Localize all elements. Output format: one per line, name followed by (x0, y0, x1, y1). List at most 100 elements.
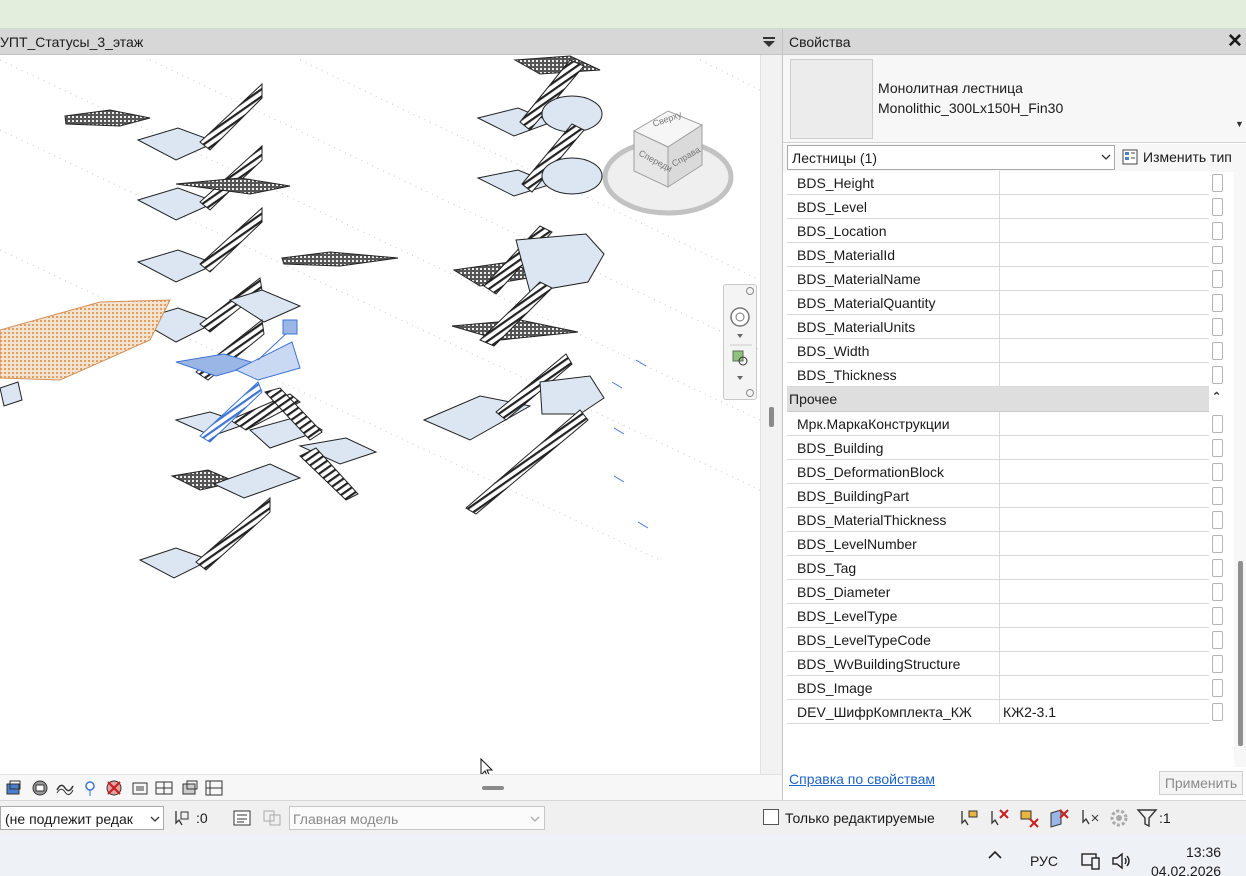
associate-parameter-button[interactable] (1212, 246, 1223, 264)
property-row[interactable]: BDS_LevelNumber (787, 532, 1223, 556)
property-row[interactable]: BDS_Building (787, 436, 1223, 460)
group-header-other[interactable]: Прочее ⌃ (787, 387, 1221, 412)
property-row[interactable]: BDS_MaterialName (787, 267, 1223, 291)
property-row[interactable]: BDS_WvBuildingStructure (787, 652, 1223, 676)
associate-parameter-button[interactable] (1212, 535, 1223, 553)
property-value-field[interactable] (999, 652, 1223, 675)
associate-parameter-button[interactable] (1212, 703, 1223, 721)
select-links-icon[interactable] (958, 807, 980, 829)
design-option-dropdown[interactable]: Главная модель (289, 806, 545, 830)
property-row[interactable]: BDS_Height (787, 171, 1223, 195)
property-row[interactable]: DEV_ШифрКомплекта_КЖ КЖ2-3.1 (787, 700, 1223, 724)
property-row[interactable]: BDS_LevelTypeCode (787, 628, 1223, 652)
select-underlay-icon[interactable] (988, 807, 1010, 829)
property-row[interactable]: BDS_Width (787, 339, 1223, 363)
associate-parameter-button[interactable] (1212, 679, 1223, 697)
filter-icon[interactable] (1136, 807, 1158, 829)
view-menu-icon[interactable] (760, 34, 778, 50)
select-pinned-icon[interactable] (1018, 807, 1040, 829)
property-value-field[interactable] (999, 676, 1223, 699)
view-vertical-scrollbar[interactable] (760, 55, 782, 774)
property-value-field[interactable] (999, 580, 1223, 603)
property-row[interactable]: BDS_Image (787, 676, 1223, 700)
property-row[interactable]: BDS_BuildingPart (787, 484, 1223, 508)
properties-scrollbar[interactable] (1234, 171, 1246, 767)
properties-scroll-thumb[interactable] (1238, 561, 1243, 746)
associate-parameter-button[interactable] (1212, 222, 1223, 240)
property-value-field[interactable] (999, 243, 1223, 266)
select-by-face-icon[interactable] (1048, 807, 1070, 829)
associate-parameter-button[interactable] (1212, 439, 1223, 457)
property-value-field[interactable] (999, 532, 1223, 555)
associate-parameter-button[interactable] (1212, 294, 1223, 312)
collapse-icon[interactable]: ⌃ (1212, 390, 1221, 403)
selection-filter-icon[interactable] (172, 809, 190, 827)
associate-parameter-button[interactable] (1212, 366, 1223, 384)
unlocked-3d-view-icon[interactable] (180, 778, 200, 798)
associate-parameter-button[interactable] (1212, 631, 1223, 649)
associate-parameter-button[interactable] (1212, 198, 1223, 216)
property-row[interactable]: BDS_Thickness (787, 363, 1223, 387)
property-value-field[interactable] (999, 267, 1223, 290)
type-selector[interactable]: Монолитная лестница Monolithic_300Lx150H… (783, 55, 1246, 143)
chevron-down-icon[interactable]: ▼ (1235, 119, 1244, 129)
3d-view-canvas[interactable]: Сверху Спереди Справа (0, 55, 760, 774)
property-row[interactable]: BDS_LevelType (787, 604, 1223, 628)
property-row[interactable]: BDS_MaterialThickness (787, 508, 1223, 532)
drag-elements-icon[interactable] (1078, 807, 1100, 829)
temporary-hide-icon[interactable] (204, 778, 224, 798)
category-filter-dropdown[interactable]: Лестницы (1) (787, 145, 1115, 170)
property-row[interactable]: BDS_MaterialId (787, 243, 1223, 267)
editing-requests-icon[interactable] (232, 809, 252, 827)
background-processes-icon[interactable] (1108, 807, 1130, 829)
design-options-icon[interactable] (262, 809, 282, 827)
show-crop-region-icon[interactable] (154, 778, 174, 798)
clock-date[interactable]: 04.02.2026 (1151, 863, 1221, 876)
property-row[interactable]: BDS_Diameter (787, 580, 1223, 604)
property-value-field[interactable] (999, 219, 1223, 242)
property-row[interactable]: Мрк.МаркаКонструкции (787, 412, 1223, 436)
associate-parameter-button[interactable] (1212, 607, 1223, 625)
view-horizontal-scroll-thumb[interactable] (482, 786, 504, 790)
navigation-bar[interactable] (723, 284, 757, 400)
chevron-up-icon[interactable] (986, 847, 1004, 863)
editable-only-checkbox[interactable] (763, 809, 779, 825)
viewcube[interactable]: Сверху Спереди Справа (600, 107, 734, 219)
workset-dropdown[interactable]: (не подлежит редак (0, 806, 164, 830)
property-value-field[interactable] (999, 195, 1223, 218)
property-row[interactable]: BDS_Location (787, 219, 1223, 243)
network-icon[interactable] (1080, 851, 1102, 871)
language-indicator[interactable]: РУС (1030, 853, 1058, 869)
property-value-field[interactable] (999, 315, 1223, 338)
clock-time[interactable]: 13:36 (1186, 844, 1221, 860)
property-value-field[interactable] (999, 508, 1223, 531)
property-row[interactable]: BDS_Tag (787, 556, 1223, 580)
property-row[interactable]: BDS_MaterialQuantity (787, 291, 1223, 315)
property-value-field[interactable] (999, 171, 1223, 194)
property-value-field[interactable] (999, 460, 1223, 483)
property-value-field[interactable] (999, 412, 1223, 435)
view-vertical-scroll-thumb[interactable] (769, 407, 774, 427)
crop-view-icon[interactable] (130, 778, 150, 798)
property-row[interactable]: BDS_DeformationBlock (787, 460, 1223, 484)
property-value-field[interactable] (999, 556, 1223, 579)
sun-path-icon[interactable] (80, 778, 100, 798)
view-tab-header[interactable]: УПТ_Статусы_3_этаж (0, 29, 782, 55)
visual-style-icon[interactable] (55, 778, 75, 798)
associate-parameter-button[interactable] (1212, 463, 1223, 481)
property-value-field[interactable] (999, 604, 1223, 627)
associate-parameter-button[interactable] (1212, 174, 1223, 192)
associate-parameter-button[interactable] (1212, 270, 1223, 288)
detail-level-icon[interactable] (30, 778, 50, 798)
property-row[interactable]: BDS_MaterialUnits (787, 315, 1223, 339)
close-icon[interactable]: ✕ (1227, 32, 1243, 51)
property-value-field[interactable] (999, 484, 1223, 507)
edit-type-button[interactable]: Изменить тип (1120, 145, 1244, 170)
property-value-field[interactable] (999, 291, 1223, 314)
shadows-icon[interactable] (104, 778, 124, 798)
apply-button[interactable]: Применить (1159, 771, 1243, 795)
associate-parameter-button[interactable] (1212, 415, 1223, 433)
associate-parameter-button[interactable] (1212, 487, 1223, 505)
associate-parameter-button[interactable] (1212, 511, 1223, 529)
associate-parameter-button[interactable] (1212, 559, 1223, 577)
